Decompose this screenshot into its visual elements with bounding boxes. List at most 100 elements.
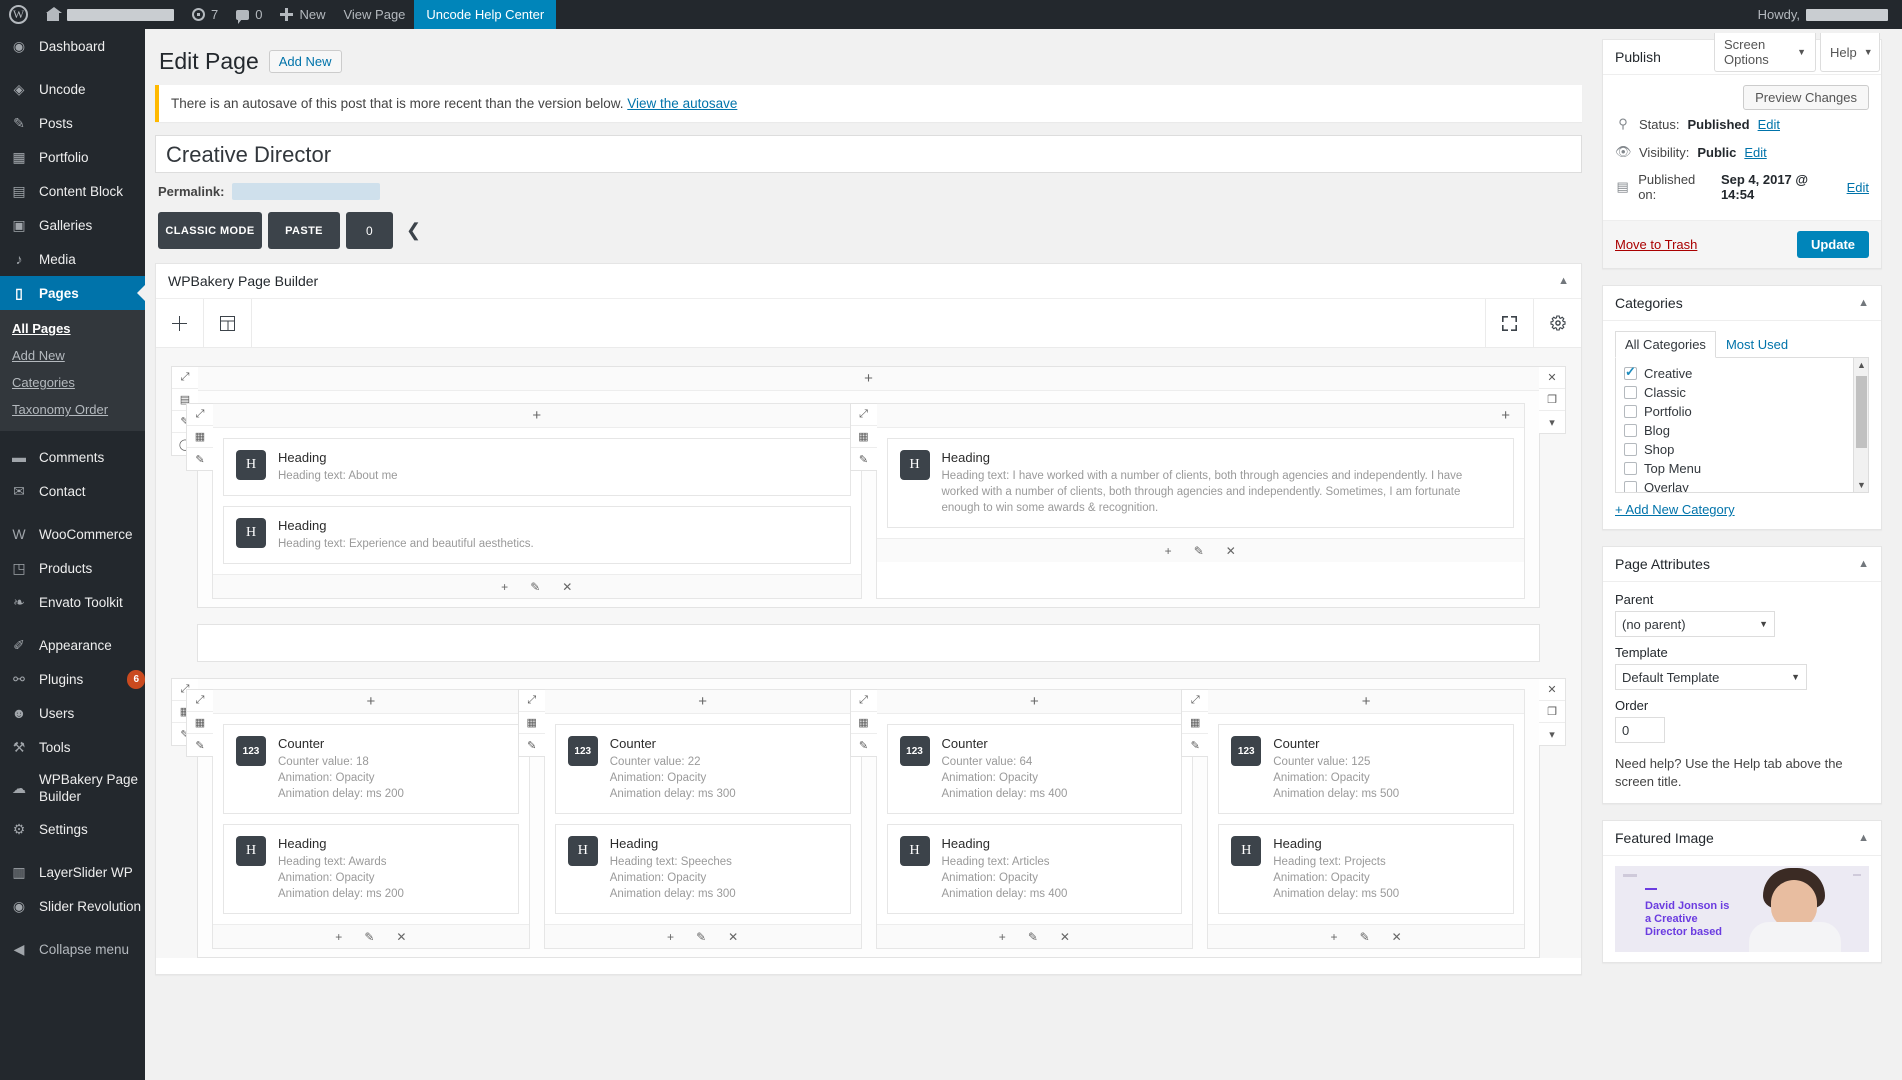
sidebar-item-posts[interactable]: ✎Posts	[0, 106, 145, 140]
category-item[interactable]: Creative	[1624, 364, 1860, 383]
pencil-icon[interactable]: ✎	[1028, 930, 1038, 944]
clone-icon[interactable]: ❐	[1539, 701, 1565, 723]
sidebar-item-tools[interactable]: ⚒Tools	[0, 730, 145, 764]
pencil-icon[interactable]: ✎	[187, 448, 213, 470]
category-item[interactable]: Overlay	[1624, 478, 1860, 493]
submenu-item-taxonomy-order[interactable]: Taxonomy Order	[0, 396, 145, 423]
sidebar-item-users[interactable]: ☻Users	[0, 696, 145, 730]
permalink-value-redacted[interactable]	[232, 183, 380, 200]
site-name-button[interactable]	[38, 0, 183, 29]
page-attributes-header[interactable]: Page Attributes ▲	[1603, 547, 1881, 582]
visibility-edit-link[interactable]: Edit	[1744, 145, 1766, 160]
clone-icon[interactable]: ❐	[1539, 389, 1565, 411]
elements-count-button[interactable]: 0	[346, 212, 393, 249]
category-item[interactable]: Shop	[1624, 440, 1860, 459]
close-icon[interactable]: ✕	[1539, 367, 1565, 389]
pencil-icon[interactable]: ✎	[696, 930, 706, 944]
add-element-icon[interactable]: +	[1331, 930, 1338, 944]
close-icon[interactable]: ✕	[1392, 930, 1402, 944]
sidebar-item-collapse-menu[interactable]: ◀Collapse menu	[0, 932, 145, 966]
featured-image-thumbnail[interactable]: David Jonson is a Creative Director base…	[1615, 866, 1869, 952]
sidebar-item-pages[interactable]: ▯Pages	[0, 276, 145, 310]
add-element-plus-icon[interactable]: +	[1208, 690, 1524, 714]
builder-element-counter[interactable]: 123CounterCounter value: 18Animation: Op…	[223, 724, 519, 814]
scroll-down-icon[interactable]: ▼	[1854, 480, 1869, 490]
add-element-icon[interactable]: +	[1165, 544, 1172, 558]
add-template-button[interactable]	[204, 299, 252, 347]
chevron-up-icon[interactable]: ▲	[1858, 832, 1869, 844]
chevron-up-icon[interactable]: ▲	[1858, 558, 1869, 570]
sidebar-item-appearance[interactable]: ✐Appearance	[0, 628, 145, 662]
category-checkbox[interactable]	[1624, 367, 1637, 380]
close-icon[interactable]: ✕	[562, 580, 572, 594]
pencil-icon[interactable]: ✎	[1182, 734, 1208, 756]
add-element-icon[interactable]: +	[335, 930, 342, 944]
category-item[interactable]: Portfolio	[1624, 402, 1860, 421]
category-item[interactable]: Blog	[1624, 421, 1860, 440]
updates-button[interactable]: 7	[183, 0, 227, 29]
add-element-button[interactable]	[156, 299, 204, 347]
columns-icon[interactable]: ▦	[187, 426, 213, 448]
add-new-button[interactable]: Add New	[269, 50, 342, 73]
view-page-button[interactable]: View Page	[334, 0, 414, 29]
sidebar-item-settings[interactable]: ⚙Settings	[0, 812, 145, 846]
add-new-category-link[interactable]: + Add New Category	[1615, 502, 1869, 517]
uncode-help-center-button[interactable]: Uncode Help Center	[414, 0, 556, 29]
builder-element-heading[interactable]: HHeadingHeading text: AwardsAnimation: O…	[223, 824, 519, 914]
chevron-down-icon[interactable]: ▾	[1539, 723, 1565, 745]
sidebar-item-slider-revolution[interactable]: ◉Slider Revolution	[0, 889, 145, 923]
columns-icon[interactable]: ▦	[851, 712, 877, 734]
screen-options-button[interactable]: Screen Options ▼	[1714, 33, 1816, 72]
move-icon[interactable]: ⤢	[851, 404, 877, 426]
category-checkbox[interactable]	[1624, 386, 1637, 399]
add-element-plus-icon[interactable]: +	[877, 690, 1193, 714]
featured-image-header[interactable]: Featured Image ▲	[1603, 821, 1881, 856]
post-title-input[interactable]: Creative Director	[155, 135, 1582, 173]
pencil-icon[interactable]: ✎	[519, 734, 545, 756]
help-button[interactable]: Help ▼	[1820, 33, 1880, 72]
add-element-plus-icon[interactable]: +	[213, 690, 529, 714]
category-item[interactable]: Top Menu	[1624, 459, 1860, 478]
close-icon[interactable]: ✕	[728, 930, 738, 944]
chevron-down-icon[interactable]: ▾	[1539, 411, 1565, 433]
fullscreen-button[interactable]	[1485, 299, 1533, 347]
add-element-icon[interactable]: +	[501, 580, 508, 594]
scrollbar-thumb[interactable]	[1856, 376, 1867, 448]
category-checkbox[interactable]	[1624, 443, 1637, 456]
chevron-left-icon[interactable]: ❮	[406, 220, 421, 241]
sidebar-item-plugins[interactable]: ⚯Plugins6	[0, 662, 145, 696]
classic-mode-button[interactable]: CLASSIC MODE	[158, 212, 262, 249]
comments-button[interactable]: 0	[227, 0, 271, 29]
pencil-icon[interactable]: ✎	[187, 734, 213, 756]
move-icon[interactable]: ⤢	[172, 367, 198, 389]
sidebar-item-galleries[interactable]: ▣Galleries	[0, 208, 145, 242]
gear-icon[interactable]	[1533, 299, 1581, 347]
category-checkbox[interactable]	[1624, 424, 1637, 437]
close-icon[interactable]: ✕	[1226, 544, 1236, 558]
scroll-up-icon[interactable]: ▲	[1854, 360, 1869, 370]
published-edit-link[interactable]: Edit	[1847, 180, 1869, 195]
columns-icon[interactable]: ▦	[851, 426, 877, 448]
preview-changes-button[interactable]: Preview Changes	[1743, 85, 1869, 110]
add-element-icon[interactable]: +	[667, 930, 674, 944]
move-icon[interactable]: ⤢	[851, 690, 877, 712]
categories-metabox-header[interactable]: Categories ▲	[1603, 286, 1881, 321]
update-button[interactable]: Update	[1797, 231, 1869, 258]
categories-tab-all-categories[interactable]: All Categories	[1615, 331, 1716, 358]
paste-button[interactable]: PASTE	[268, 212, 340, 249]
close-icon[interactable]: ✕	[1539, 679, 1565, 701]
submenu-item-categories[interactable]: Categories	[0, 369, 145, 396]
wpbakery-metabox-header[interactable]: WPBakery Page Builder ▲	[156, 264, 1581, 299]
pencil-icon[interactable]: ✎	[364, 930, 374, 944]
sidebar-item-comments[interactable]: ▬Comments	[0, 440, 145, 474]
builder-element-heading[interactable]: HHeadingHeading text: I have worked with…	[887, 438, 1515, 528]
add-element-plus-icon[interactable]: +	[545, 690, 861, 714]
category-item[interactable]: Classic	[1624, 383, 1860, 402]
builder-element-counter[interactable]: 123CounterCounter value: 64Animation: Op…	[887, 724, 1183, 814]
move-icon[interactable]: ⤢	[519, 690, 545, 712]
parent-select[interactable]: (no parent) ▼	[1615, 611, 1775, 637]
move-icon[interactable]: ⤢	[187, 690, 213, 712]
builder-element-heading[interactable]: HHeadingHeading text: SpeechesAnimation:…	[555, 824, 851, 914]
submenu-item-add-new[interactable]: Add New	[0, 342, 145, 369]
new-content-button[interactable]: New	[271, 0, 334, 29]
